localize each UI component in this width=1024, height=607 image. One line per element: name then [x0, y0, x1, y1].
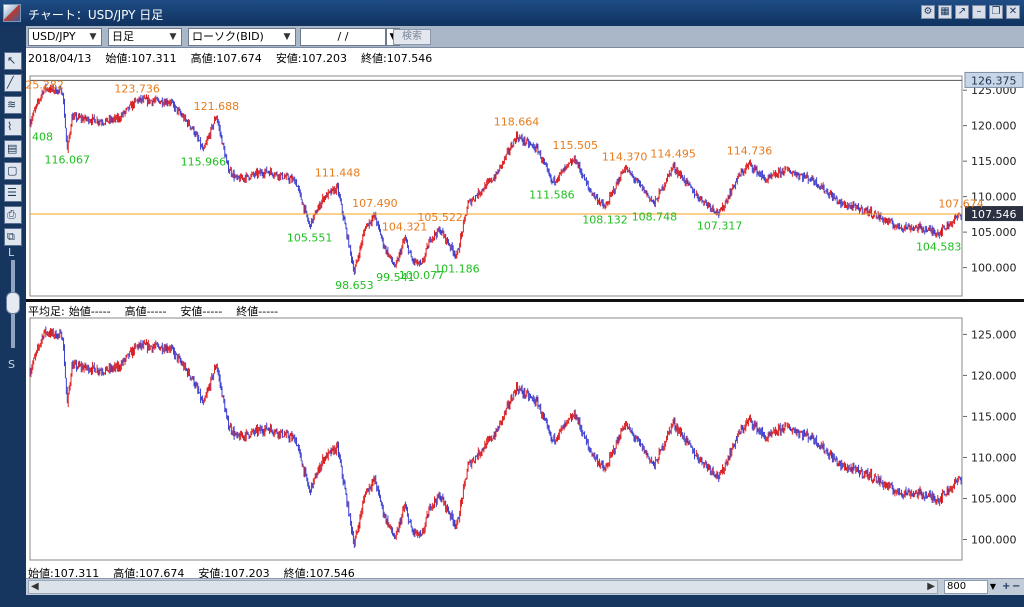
swing-high-label: 111.448 [315, 166, 361, 179]
swing-low-label: 104.583 [916, 241, 962, 254]
y-tick-label: 105.000 [971, 226, 1017, 239]
minimize-icon[interactable]: – [972, 5, 986, 19]
y-tick-label: 120.000 [971, 369, 1017, 382]
list-tool-icon[interactable]: ☰ [4, 184, 22, 202]
swing-high-label: 125.282 [26, 78, 64, 91]
swing-low-label: 408 [32, 130, 53, 143]
swing-low-label: 108.748 [632, 210, 678, 223]
swing-low-label: 98.653 [335, 279, 374, 292]
window-tool-icon[interactable]: ▢ [4, 162, 22, 180]
zoom-small-label: S [8, 358, 15, 371]
close-icon[interactable]: ✕ [1006, 5, 1020, 19]
oscillator-tool-icon[interactable]: ▤ [4, 140, 22, 158]
copy-icon[interactable]: ⧉ [4, 228, 22, 246]
candlestick-chart-top[interactable]: 125.000120.000115.000110.000105.000100.0… [26, 62, 1024, 302]
window-title: チャート：USD/JPY 日足 [28, 8, 164, 22]
timeframe-value: 日足 [112, 30, 134, 43]
indicator-tool-icon[interactable]: ≋ [4, 96, 22, 114]
zoom-slider-thumb[interactable] [6, 292, 20, 314]
zoom-in-icon[interactable]: + [1002, 580, 1012, 594]
line-tool-icon[interactable]: ╱ [4, 74, 22, 92]
swing-high-label: 123.736 [114, 83, 160, 96]
swing-low-label: 108.132 [582, 214, 628, 227]
cursor-tool-icon[interactable]: ↖ [4, 52, 22, 70]
chevron-down-icon: ▼ [89, 32, 97, 42]
app-logo-icon [3, 4, 21, 22]
panel-divider[interactable] [26, 299, 1024, 302]
trend-tool-icon[interactable]: ⌇ [4, 118, 22, 136]
date-input[interactable]: / / [300, 28, 386, 46]
y-tick-label: 100.000 [971, 533, 1017, 546]
scroll-left-icon[interactable]: ◀ [31, 581, 39, 593]
scroll-right-icon[interactable]: ▶ [927, 581, 935, 593]
chart-toolbar: USD/JPY ▼ 日足 ▼ ローソク(BID) ▼ / / ▼ 検索 [26, 26, 1024, 48]
price-axis [963, 318, 1024, 560]
print-icon[interactable]: ⎙ [4, 206, 22, 224]
window-controls: ⚙ ▦ ↗ – ❐ ✕ [921, 5, 1020, 19]
zoom-large-label: L [8, 246, 15, 259]
swing-low-label: 116.067 [45, 154, 91, 167]
timeframe-select[interactable]: 日足 ▼ [108, 28, 182, 46]
window-titlebar: チャート：USD/JPY 日足 ⚙ ▦ ↗ – ❐ ✕ [0, 0, 1024, 26]
zoom-out-icon[interactable]: − [1012, 580, 1022, 594]
swing-high-label: 107.490 [352, 197, 398, 210]
swing-high-label: 114.370 [602, 151, 648, 164]
swing-high-label: 114.495 [650, 148, 696, 161]
y-tick-label: 115.000 [971, 155, 1017, 168]
search-button[interactable]: 検索 [393, 29, 431, 45]
swing-high-label: 118.664 [494, 115, 540, 128]
swing-low-label: 107.317 [697, 220, 743, 233]
swing-low-label: 105.551 [287, 231, 333, 244]
chevron-down-icon[interactable]: ▼ [988, 580, 998, 594]
y-tick-label: 100.000 [971, 262, 1017, 275]
settings-gear-icon[interactable]: ⚙ [921, 5, 935, 19]
y-tick-label: 115.000 [971, 410, 1017, 423]
swing-high-label: 121.688 [194, 100, 240, 113]
grid-icon[interactable]: ▦ [938, 5, 952, 19]
swing-high-label: 107.674 [938, 197, 984, 210]
swing-high-label: 114.736 [727, 144, 773, 157]
y-tick-label: 110.000 [971, 451, 1017, 464]
chart-type-value: ローソク(BID) [192, 30, 264, 43]
window-bottom-edge [0, 595, 1024, 607]
swing-high-label: 115.505 [552, 139, 598, 152]
chart-area: 2018/04/13 始値:107.311 高値:107.674 安値:107.203… [26, 48, 1024, 580]
plot-frame [29, 317, 963, 561]
swing-low-label: 115.966 [181, 155, 227, 168]
y-tick-label: 120.000 [971, 120, 1017, 133]
y-tick-label: 105.000 [971, 492, 1017, 505]
status-bar: ◀ ▶ 800 ▼ + − [26, 578, 1024, 595]
pin-icon[interactable]: ↗ [955, 5, 969, 19]
currency-pair-select[interactable]: USD/JPY ▼ [28, 28, 102, 46]
swing-low-label: 101.186 [434, 262, 480, 275]
swing-high-label: 105.522 [417, 211, 463, 224]
swing-low-label: 111.586 [529, 189, 575, 202]
y-tick-label: 125.000 [971, 328, 1017, 341]
drawing-tools-panel: ↖ ╱ ≋ ⌇ ▤ ▢ ☰ ⎙ ⧉ L S [0, 48, 26, 607]
bar-count-input[interactable]: 800 [944, 580, 988, 594]
marker-price-label: 126.375 [971, 74, 1017, 87]
chart-type-select[interactable]: ローソク(BID) ▼ [188, 28, 296, 46]
horizontal-scrollbar[interactable]: ◀ ▶ [28, 580, 938, 594]
chevron-down-icon: ▼ [283, 32, 291, 42]
chevron-down-icon: ▼ [169, 32, 177, 42]
candlestick-chart-bottom[interactable]: 125.000 120.000 115.000 110.000 105.000 100.0… [26, 316, 1024, 563]
restore-icon[interactable]: ❐ [989, 5, 1003, 19]
currency-pair-value: USD/JPY [32, 30, 76, 43]
